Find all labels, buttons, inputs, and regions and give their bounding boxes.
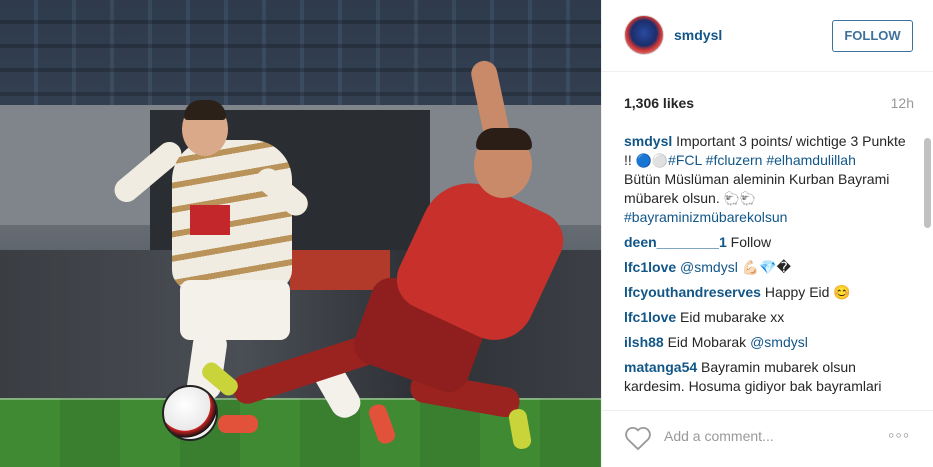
post-header: smdysl FOLLOW [602,0,933,72]
scrollbar[interactable] [924,138,931,228]
caption: smdysl Important 3 points/ wichtige 3 Pu… [624,132,914,227]
caption-emoji: 🔵⚪ [635,153,669,168]
heart-icon[interactable] [624,425,652,451]
comment-item: lfc1love @smdysl 💪🏻💎� [624,258,914,277]
comment-username[interactable]: smdysl [624,133,672,149]
boot [218,415,258,433]
hashtag-link[interactable]: #FCL [668,152,702,168]
stadium-stands [0,0,601,110]
comment-text: 💪🏻💎� [737,259,791,275]
post-sidebar: smdysl FOLLOW 1,306 likes 12h smdysl Imp… [601,0,933,467]
comment-username[interactable]: matanga54 [624,359,697,375]
comment-item: ilsh88 Eid Mobarak @smdysl [624,333,914,352]
comment-text: Eid Mobarak [663,334,751,350]
comments-list: smdysl Important 3 points/ wichtige 3 Pu… [624,132,914,402]
mention-link[interactable]: @smdysl [750,334,808,350]
caption-emoji: 🐑🐑 [723,191,756,206]
mention-link[interactable]: @smdysl [680,259,738,275]
add-comment-input[interactable]: Add a comment... [664,428,774,444]
comment-text: Eid mubarake xx [676,309,785,325]
post-footer: Add a comment... ◦◦◦ [602,410,933,467]
comment-item: deen________1 Follow [624,233,914,252]
comment-text: Follow [726,234,772,250]
comment-username[interactable]: lfc1love [624,259,676,275]
post-time[interactable]: 12h [891,95,914,111]
football [162,385,218,441]
comment-item: lfcyouthandreserves Happy Eid 😊 [624,283,914,302]
post-photo[interactable] [0,0,601,467]
comment-username[interactable]: deen________1 [624,234,727,250]
comment-text: Happy Eid 😊 [760,284,851,300]
post-meta: 1,306 likes 12h [624,95,914,113]
player-white-shorts [180,280,290,340]
comment-username[interactable]: lfc1love [624,309,676,325]
player-red-hair [476,128,532,150]
jersey-sponsor [190,205,230,235]
hashtag-link[interactable]: #elhamdulillah [766,152,856,168]
caption-text: Bütün Müslüman aleminin Kurban Bayrami m… [624,171,890,206]
avatar[interactable] [624,15,664,55]
comment-item: matanga54 Bayramin mubarek olsun kardesi… [624,358,914,396]
follow-button[interactable]: FOLLOW [832,20,913,52]
hashtag-link[interactable]: #fcluzern [706,152,763,168]
comment-item: lfc1love Eid mubarake xx [624,308,914,327]
post-username[interactable]: smdysl [674,27,722,43]
likes-count[interactable]: 1,306 likes [624,95,694,111]
player-white-hair [184,100,226,120]
comment-username[interactable]: ilsh88 [624,334,664,350]
comment-username[interactable]: lfcyouthandreserves [624,284,761,300]
more-options-icon[interactable]: ◦◦◦ [888,425,910,446]
hashtag-link[interactable]: #bayraminizmübarekolsun [624,209,787,225]
